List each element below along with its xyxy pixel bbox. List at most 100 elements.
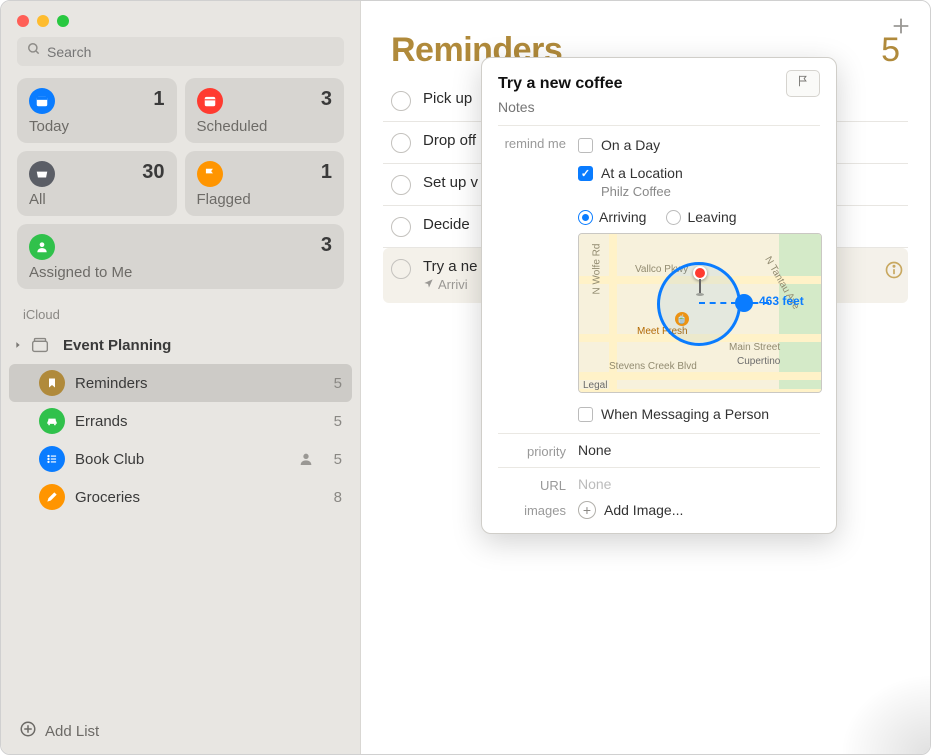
flag-outline-icon <box>796 74 810 93</box>
priority-label: priority <box>498 442 578 459</box>
at-a-location-label: At a Location <box>601 165 683 181</box>
map-road-label: Stevens Creek Blvd <box>609 361 697 372</box>
smart-list-assigned[interactable]: 3 Assigned to Me <box>17 224 344 289</box>
list-count: 5 <box>322 375 342 392</box>
smart-label: Flagged <box>197 191 333 208</box>
images-row: images + Add Image... <box>482 497 836 523</box>
pencil-icon <box>39 484 65 510</box>
geofence-distance-label: 463 feet <box>759 294 804 308</box>
on-a-day-label: On a Day <box>601 137 660 153</box>
checkbox-icon[interactable] <box>578 138 593 153</box>
location-arrow-icon <box>423 277 438 292</box>
url-label: URL <box>498 476 578 493</box>
complete-toggle[interactable] <box>391 175 411 195</box>
flag-button[interactable] <box>786 70 820 97</box>
remind-me-section: remind me On a Day At a Location Philz C… <box>482 130 836 429</box>
smart-list-today[interactable]: 1 Today <box>17 78 177 143</box>
when-messaging-label: When Messaging a Person <box>601 406 769 422</box>
page-curl-decoration <box>840 674 930 754</box>
remind-me-label: remind me <box>498 134 578 151</box>
map-road-label: Main Street <box>729 342 780 353</box>
url-value[interactable]: None <box>578 476 820 492</box>
smart-lists: 1 Today 3 Scheduled 30 <box>1 78 360 289</box>
list-row-book-club[interactable]: Book Club 5 <box>9 440 352 478</box>
calendar-icon <box>197 88 223 114</box>
list-name: Errands <box>75 413 322 430</box>
priority-row[interactable]: priority None <box>482 438 836 463</box>
list-group-event-planning[interactable]: Event Planning <box>9 326 352 364</box>
calendar-today-icon <box>29 88 55 114</box>
complete-toggle[interactable] <box>391 133 411 153</box>
arriving-radio[interactable]: Arriving <box>578 209 646 225</box>
new-reminder-button[interactable] <box>890 15 912 42</box>
smart-count: 1 <box>153 88 164 111</box>
priority-value[interactable]: None <box>578 442 820 458</box>
search-field[interactable] <box>17 37 344 66</box>
leaving-label: Leaving <box>687 209 736 225</box>
plus-circle-icon <box>19 720 45 742</box>
folder-stack-icon <box>27 332 53 358</box>
on-a-day-checkbox-row[interactable]: On a Day <box>578 134 822 156</box>
complete-toggle[interactable] <box>391 217 411 237</box>
radio-icon[interactable] <box>578 210 593 225</box>
add-list-button[interactable]: Add List <box>1 708 360 754</box>
disclosure-triangle-icon[interactable] <box>13 340 27 350</box>
lists-section: Event Planning Reminders 5 Errands 5 <box>1 326 360 516</box>
list-name: Groceries <box>75 489 322 506</box>
search-input[interactable] <box>47 44 334 60</box>
shared-icon <box>298 451 314 467</box>
list-row-reminders[interactable]: Reminders 5 <box>9 364 352 402</box>
at-a-location-checkbox-row[interactable]: At a Location <box>578 162 822 184</box>
zoom-window-button[interactable] <box>57 15 69 27</box>
map-poi-label: Legal <box>583 380 607 391</box>
tray-icon <box>29 161 55 187</box>
add-list-label: Add List <box>45 723 99 740</box>
checkbox-icon[interactable] <box>578 407 593 422</box>
group-name: Event Planning <box>63 337 342 354</box>
location-name[interactable]: Philz Coffee <box>601 184 822 199</box>
smart-count: 3 <box>321 234 332 257</box>
smart-label: Today <box>29 118 165 135</box>
map-road-label: N Wolfe Rd <box>592 244 603 295</box>
sidebar: 1 Today 3 Scheduled 30 <box>1 1 361 754</box>
list-bullet-icon <box>39 446 65 472</box>
list-row-errands[interactable]: Errands 5 <box>9 402 352 440</box>
minimize-window-button[interactable] <box>37 15 49 27</box>
list-count: 8 <box>322 489 342 506</box>
url-row[interactable]: URL None <box>482 472 836 497</box>
smart-label: Scheduled <box>197 118 333 135</box>
checkbox-icon[interactable] <box>578 166 593 181</box>
list-row-groceries[interactable]: Groceries 8 <box>9 478 352 516</box>
add-image-label: Add Image... <box>604 502 683 518</box>
complete-toggle[interactable] <box>391 91 411 111</box>
map-area-label: Cupertino <box>737 356 780 367</box>
smart-list-flagged[interactable]: 1 Flagged <box>185 151 345 216</box>
flag-icon <box>197 161 223 187</box>
radio-icon[interactable] <box>666 210 681 225</box>
plus-circle-icon: + <box>578 501 596 519</box>
arriving-label: Arriving <box>599 209 646 225</box>
notes-field[interactable] <box>482 99 836 121</box>
map-pin-icon <box>693 266 707 296</box>
person-icon <box>29 234 55 260</box>
add-image-button[interactable]: + Add Image... <box>578 501 820 519</box>
when-messaging-checkbox-row[interactable]: When Messaging a Person <box>578 403 822 425</box>
geofence-map[interactable]: Vallco Pkwy N Wolfe Rd N Tantau Ave Stev… <box>578 233 822 393</box>
smart-count: 1 <box>321 161 332 184</box>
smart-label: All <box>29 191 165 208</box>
list-count: 5 <box>322 451 342 468</box>
list-name: Book Club <box>75 451 298 468</box>
app-window: 1 Today 3 Scheduled 30 <box>0 0 931 755</box>
info-button[interactable] <box>884 260 904 285</box>
close-window-button[interactable] <box>17 15 29 27</box>
complete-toggle[interactable] <box>391 259 411 279</box>
images-label: images <box>498 501 578 518</box>
geofence-radius-handle[interactable] <box>735 294 753 312</box>
smart-list-all[interactable]: 30 All <box>17 151 177 216</box>
smart-count: 30 <box>142 161 164 184</box>
plus-icon <box>890 24 912 41</box>
leaving-radio[interactable]: Leaving <box>666 209 736 225</box>
smart-list-scheduled[interactable]: 3 Scheduled <box>185 78 345 143</box>
reminder-details-popover: Try a new coffee remind me On a Day At a… <box>481 57 837 534</box>
popover-title[interactable]: Try a new coffee <box>498 75 623 93</box>
